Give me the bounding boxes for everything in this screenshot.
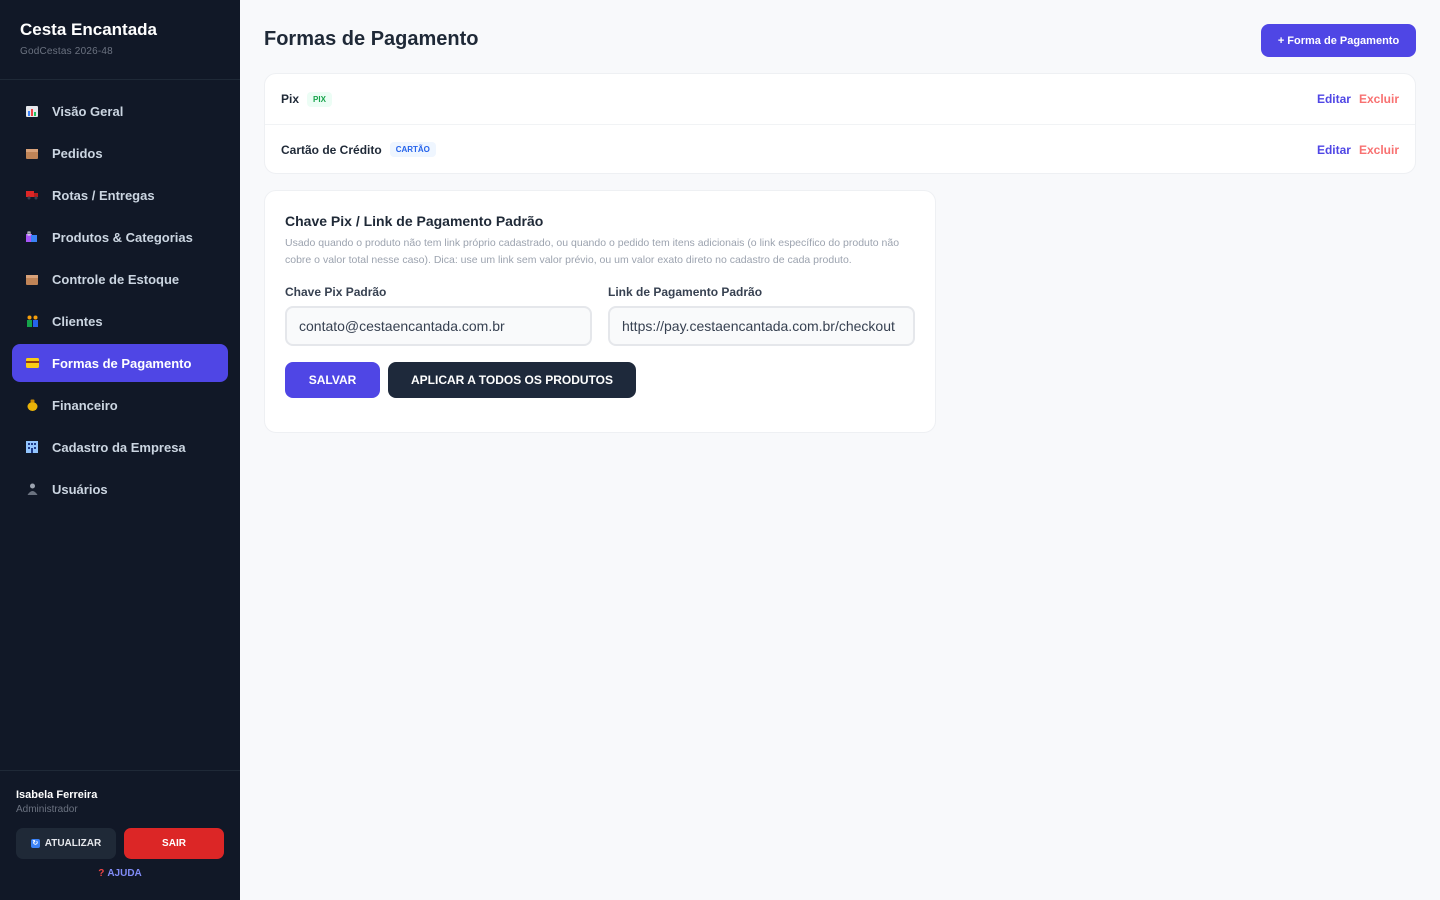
edit-link[interactable]: Editar [1317,92,1351,106]
section-description: Usado quando o produto não tem link próp… [285,237,900,266]
sidebar-item-label: Clientes [52,313,103,329]
sidebar-item-empresa[interactable]: Cadastro da Empresa [12,428,228,466]
user-name: Isabela Ferreira [16,789,98,801]
sidebar-item-label: Visão Geral [52,103,124,119]
brand-subtitle: GodCestas 2026-48 [20,46,113,57]
default-payment-settings: Chave Pix / Link de Pagamento Padrão Usa… [264,190,936,433]
payment-link-field-group: Link de Pagamento Padrão [608,285,915,346]
add-payment-method-button[interactable]: + Forma de Pagamento [1261,24,1416,57]
people-icon [25,314,39,328]
delete-link[interactable]: Excluir [1359,92,1399,106]
method-name: Cartão de Crédito [281,142,382,157]
package-icon [25,146,39,160]
logout-button[interactable]: SAIR [124,828,224,859]
edit-link[interactable]: Editar [1317,143,1351,157]
list-item: Pix PIX Editar Excluir [265,74,1415,124]
chart-icon [25,104,39,118]
method-type-badge: PIX [307,91,332,107]
brand: Cesta Encantada GodCestas 2026-48 [0,0,240,80]
method-name: Pix [281,92,300,106]
refresh-icon: ↻ [30,839,40,848]
sidebar-item-formas-pagamento[interactable]: Formas de Pagamento [12,344,228,382]
sidebar-item-produtos[interactable]: Produtos & Categorias [12,218,228,256]
brand-title: Cesta Encantada [20,20,157,39]
page-title: Formas de Pagamento [264,28,479,50]
row-actions: Editar Excluir [1317,92,1399,106]
shopping-bags-icon [25,230,39,244]
pix-key-label: Chave Pix Padrão [285,285,387,299]
sidebar-item-usuarios[interactable]: Usuários [12,470,228,508]
building-icon [25,440,39,454]
pix-key-input[interactable] [285,306,592,346]
sidebar-nav: Visão Geral Pedidos Rotas / Entregas Pro… [0,80,240,508]
sidebar-item-visao-geral[interactable]: Visão Geral [12,92,228,130]
user-role: Administrador [16,804,78,815]
method-type-badge: CARTÃO [389,142,436,157]
question-icon: ? [98,868,105,879]
sidebar-item-label: Financeiro [52,397,118,413]
fields-row: Chave Pix Padrão Link de Pagamento Padrã… [285,285,915,346]
sidebar-item-financeiro[interactable]: Financeiro [12,386,228,424]
help-label: AJUDA [107,868,142,879]
row-actions: Editar Excluir [1317,143,1399,157]
pix-key-field-group: Chave Pix Padrão [285,285,592,346]
sidebar: Cesta Encantada GodCestas 2026-48 Visão … [0,0,240,900]
sidebar-item-label: Usuários [52,481,108,497]
sidebar-item-rotas[interactable]: Rotas / Entregas [12,176,228,214]
user-actions: ↻ ATUALIZAR SAIR [16,828,224,859]
save-button[interactable]: SALVAR [285,362,380,398]
sidebar-item-clientes[interactable]: Clientes [12,302,228,340]
user-icon [25,482,39,496]
apply-to-all-products-button[interactable]: APLICAR A TODOS OS PRODUTOS [388,362,636,398]
form-actions: SALVAR APLICAR A TODOS OS PRODUTOS [285,362,915,398]
sidebar-item-label: Rotas / Entregas [52,187,155,203]
sidebar-item-label: Pedidos [52,145,103,161]
update-button[interactable]: ↻ ATUALIZAR [16,828,116,859]
money-bag-icon [25,398,39,412]
sidebar-item-label: Produtos & Categorias [52,229,193,245]
box-icon [25,272,39,286]
section-title: Chave Pix / Link de Pagamento Padrão [285,213,544,229]
help-link[interactable]: ? AJUDA [16,868,224,879]
truck-icon [25,188,39,202]
payment-link-label: Link de Pagamento Padrão [608,285,763,299]
sidebar-item-estoque[interactable]: Controle de Estoque [12,260,228,298]
user-panel: Isabela Ferreira Administrador ↻ ATUALIZ… [0,770,240,900]
credit-card-icon [25,356,39,370]
delete-link[interactable]: Excluir [1359,143,1399,157]
payment-methods-list: Pix PIX Editar Excluir Cartão de Crédito… [264,73,1416,174]
update-button-label: ATUALIZAR [44,838,102,849]
payment-link-input[interactable] [608,306,915,346]
list-item: Cartão de Crédito CARTÃO Editar Excluir [265,124,1415,174]
sidebar-item-label: Controle de Estoque [52,271,180,287]
sidebar-item-pedidos[interactable]: Pedidos [12,134,228,172]
sidebar-item-label: Cadastro da Empresa [52,439,186,455]
sidebar-item-label: Formas de Pagamento [52,355,192,371]
